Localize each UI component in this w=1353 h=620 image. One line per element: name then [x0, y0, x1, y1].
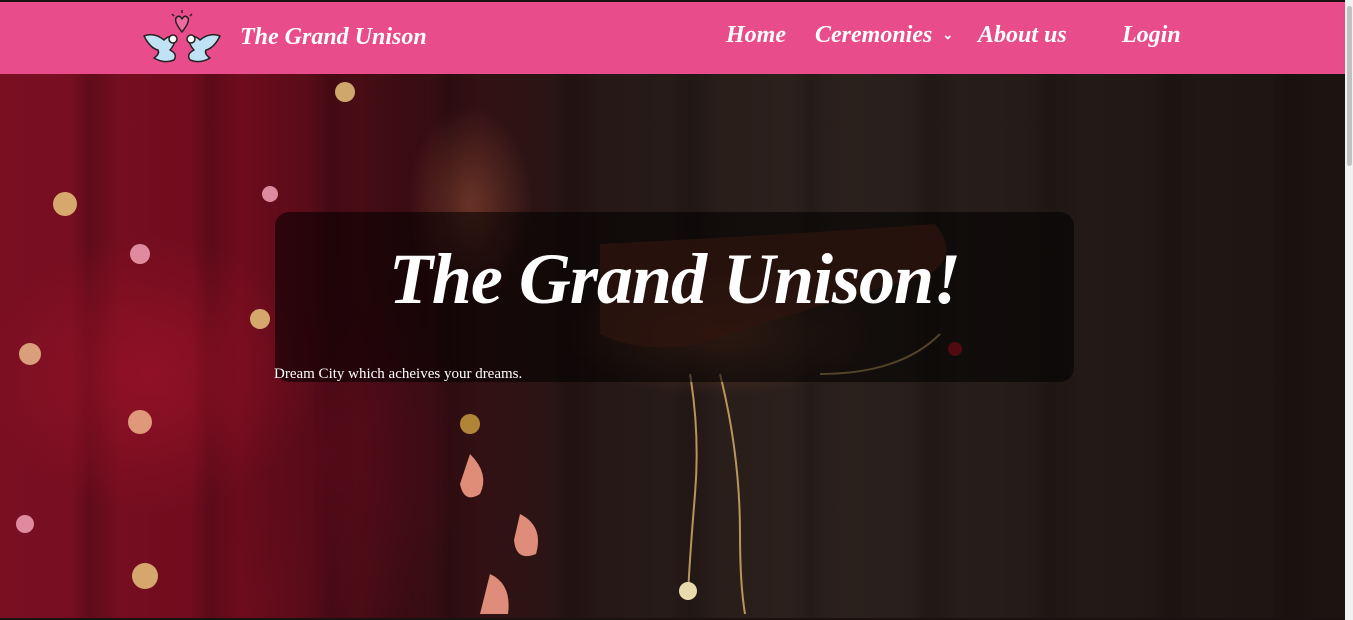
- brand-name[interactable]: The Grand Unison: [240, 24, 427, 51]
- nav-login[interactable]: Login: [1122, 22, 1181, 49]
- doves-heart-icon[interactable]: [140, 8, 224, 70]
- scrollbar-thumb[interactable]: [1347, 6, 1352, 166]
- hero-subtitle: Dream City which acheives your dreams.: [274, 366, 523, 382]
- nav-ceremonies-label: Ceremonies: [815, 22, 933, 48]
- hero-title: The Grand Unison!: [388, 239, 961, 319]
- navbar: The Grand Unison Home Ceremonies ⌄ About …: [0, 2, 1345, 74]
- nav-ceremonies[interactable]: Ceremonies ⌄: [815, 22, 953, 49]
- nav-home[interactable]: Home: [726, 22, 786, 49]
- chevron-down-icon[interactable]: ⌄: [942, 27, 953, 42]
- nav-about-us[interactable]: About us: [978, 22, 1067, 49]
